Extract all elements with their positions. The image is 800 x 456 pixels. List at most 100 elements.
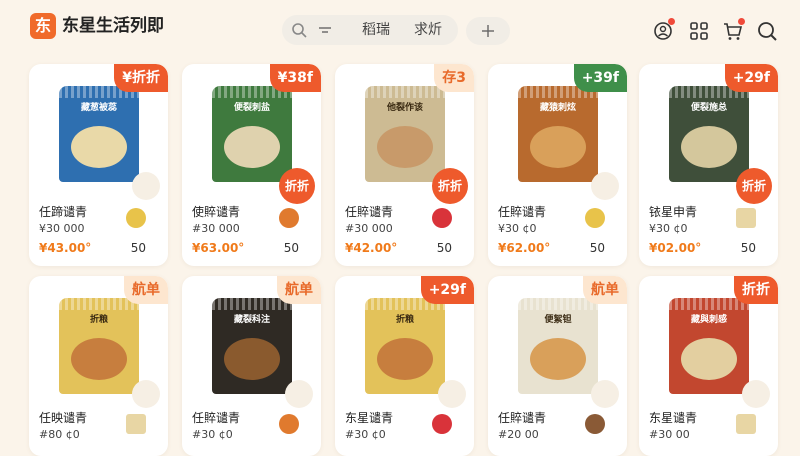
product-stock: 50 [436,241,452,255]
onion-icon [279,208,299,228]
product-image[interactable]: 便絮钽 [518,298,598,394]
product-card[interactable]: 藏裂科注 航单任賥谴青 #30 ¢0 [182,276,321,456]
product-image[interactable]: 藏與刺感 [669,298,749,394]
food-window [71,338,127,380]
strawberry-icon [432,414,452,434]
product-name[interactable]: 铱星申青 [649,204,697,220]
product-name[interactable]: 任映谴青 [39,410,87,426]
food-window [530,338,586,380]
ginger-icon [126,208,146,228]
product-image[interactable]: 藏葱被蕊 [59,86,139,182]
product-spec: ¥30 ¢0 [498,222,537,235]
search-chat-icon[interactable] [756,20,778,42]
product-name[interactable]: 使賥谴青 [192,204,240,220]
product-image[interactable]: 藏猿刺炫 [518,86,598,182]
product-spec: ¥30 000 [39,222,85,235]
product-price: ¥42.00° [345,241,398,255]
rice-bowl-icon [585,414,605,434]
product-name[interactable]: 任賥谴青 [345,204,393,220]
add-to-cart-ghost[interactable] [591,380,619,408]
product-name[interactable]: 东星谴青 [345,410,393,426]
package-brand-text: 便裂刺盐 [233,103,270,113]
product-name[interactable]: 东星谴青 [649,410,697,426]
product-card[interactable]: 便絮钽 航单任賥谴青 #20 00 [488,276,627,456]
add-icon [482,25,494,37]
package-brand-text: 藏猿刺炫 [539,103,576,113]
add-button[interactable] [466,17,510,45]
product-card[interactable]: 藏葱被蕊 ¥折折任蹄谴青 ¥30 000 ¥43.00° 50 [29,64,168,266]
add-to-cart-ghost[interactable] [438,380,466,408]
food-window [71,126,127,168]
product-image[interactable]: 藏裂科注 [212,298,292,394]
product-stock: 50 [589,241,605,255]
notification-dot [668,18,675,25]
app-title: 东星生活列即 [62,16,164,36]
product-card[interactable]: 便裂刺盐 ¥38f 折折 使賥谴青 #30 000 ¥63.00° 50 [182,64,321,266]
search-bar[interactable]: 稻瑞 求炘 [282,15,458,45]
product-image[interactable]: 折粮 [365,298,445,394]
search-tab-2[interactable]: 求炘 [414,20,442,40]
promo-tag: ¥38f [269,64,321,92]
add-to-cart-ghost[interactable] [742,380,770,408]
promo-tag: +39f [573,64,627,92]
product-spec: #30 000 [345,222,393,235]
discount-burst: 折折 [432,168,468,204]
product-card[interactable]: 藏與刺感 折折东星谴青 #30 00 [639,276,778,456]
ginger-icon [585,208,605,228]
discount-burst: 折折 [279,168,315,204]
grid-icon[interactable] [688,20,710,42]
promo-tag: 航单 [583,276,627,304]
product-price: ¥02.00° [649,241,702,255]
search-tab-1[interactable]: 稻瑞 [362,20,390,40]
product-spec: #30 ¢0 [345,428,386,441]
product-name[interactable]: 任賥谴青 [498,410,546,426]
food-window [224,338,280,380]
package-brand-text: 折粮 [395,315,414,325]
food-window [681,126,737,168]
tofu-icon [126,414,146,434]
promo-tag: 航单 [124,276,168,304]
product-image[interactable]: 便裂刺盐 [212,86,292,182]
package-brand-text: 便裂施总 [690,103,727,113]
product-card[interactable]: 便裂施总 +29f 折折 铱星申青 ¥30 ¢0 ¥02.00° 50 [639,64,778,266]
package-brand-text: 藏葱被蕊 [80,103,117,113]
product-image[interactable]: 折粮 [59,298,139,394]
product-card[interactable]: 折粮 +29f 东星谴青 #30 ¢0 [335,276,474,456]
product-price: ¥63.00° [192,241,245,255]
package-brand-text: 他裂作该 [386,103,423,113]
promo-tag: +29f [420,276,474,304]
product-spec: #30 00 [649,428,690,441]
product-name[interactable]: 任蹄谴青 [39,204,87,220]
food-window [681,338,737,380]
product-card[interactable]: 他裂作该 存3 折折任賥谴青 #30 000 ¥42.00° 50 [335,64,474,266]
promo-tag: ¥折折 [114,64,168,92]
tofu-icon [736,414,756,434]
promo-tag: 航单 [277,276,321,304]
package-seal [365,86,445,98]
filter-icon[interactable] [317,22,333,38]
promo-tag: +29f [724,64,778,92]
product-stock: 50 [130,241,146,255]
product-price: ¥62.00° [498,241,551,255]
product-card[interactable]: 藏猿刺炫 +39f 任賥谴青 ¥30 ¢0 ¥62.00° 50 [488,64,627,266]
package-brand-text: 便絮钽 [544,315,572,325]
food-window [377,126,433,168]
cart-badge-dot [738,18,745,25]
search-icon[interactable] [290,21,308,39]
promo-tag: 折折 [734,276,778,304]
product-spec: #20 00 [498,428,539,441]
product-image[interactable]: 便裂施总 [669,86,749,182]
promo-tag: 存3 [434,64,474,92]
product-name[interactable]: 任賥谴青 [498,204,546,220]
product-price: ¥43.00° [39,241,92,255]
add-to-cart-ghost[interactable] [132,380,160,408]
product-image[interactable]: 他裂作该 [365,86,445,182]
add-to-cart-ghost[interactable] [285,380,313,408]
product-spec: #30 ¢0 [192,428,233,441]
product-card[interactable]: 折粮 航单 任映谴青 #80 ¢0 [29,276,168,456]
add-to-cart-ghost[interactable] [591,172,619,200]
product-name[interactable]: 任賥谴青 [192,410,240,426]
food-window [530,126,586,168]
add-to-cart-ghost[interactable] [132,172,160,200]
app-logo[interactable]: 东 [30,13,56,39]
